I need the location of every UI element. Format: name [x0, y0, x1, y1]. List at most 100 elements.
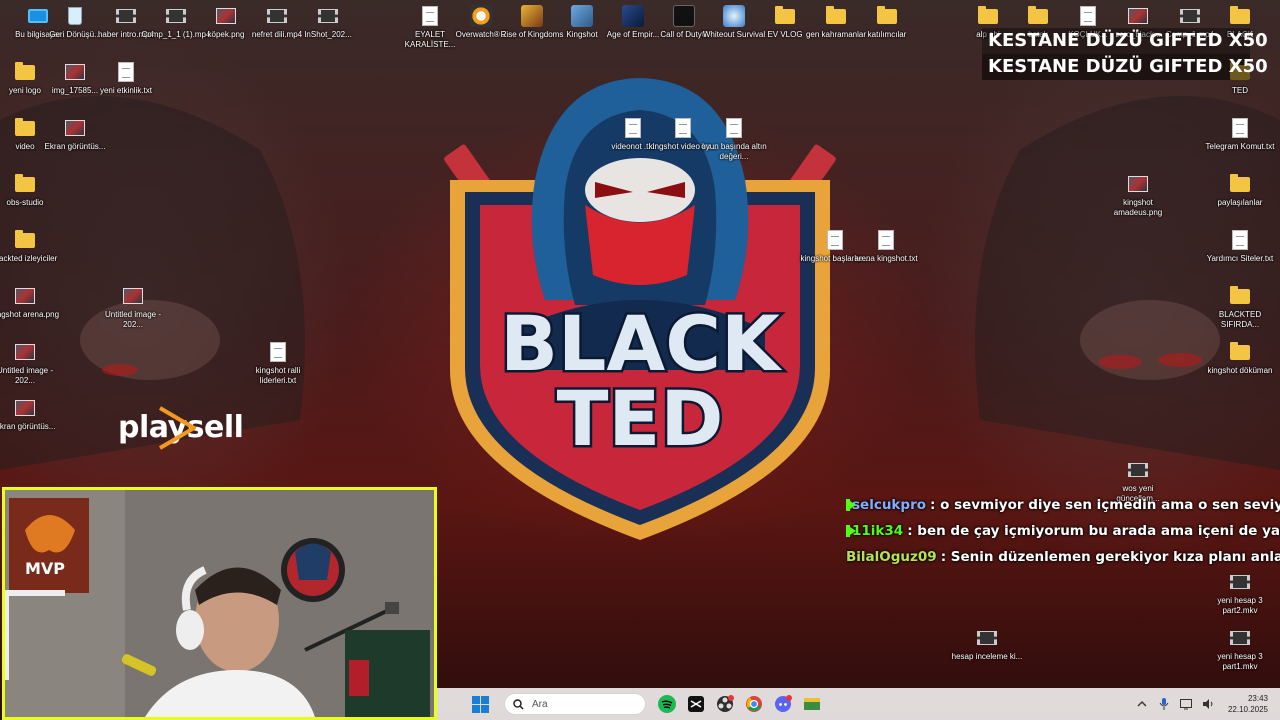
capcut-icon[interactable]	[685, 693, 707, 715]
desktop-icon-label: yeni hesap 3 part1.mkv	[1217, 652, 1263, 671]
text-file-icon	[1077, 5, 1099, 27]
playsell-brand: playsell	[118, 404, 244, 450]
gift-alert: KESTANE DÜZÜ GIFTED X50	[982, 54, 1268, 80]
folder-icon	[14, 173, 36, 195]
search-placeholder: Ara	[532, 698, 548, 710]
clock-date: 22.10.2025	[1227, 705, 1268, 714]
image-thumb-icon	[215, 5, 237, 27]
call-of-duty-icon	[673, 5, 695, 27]
spotify-icon[interactable]	[656, 693, 678, 715]
video-thumb-icon	[115, 5, 137, 27]
desktop-icon[interactable]: katılımcılar	[849, 5, 925, 40]
volume-icon[interactable]	[1200, 696, 1216, 712]
recycle-bin-icon	[64, 5, 86, 27]
text-file-icon	[267, 341, 289, 363]
chevron-up-icon[interactable]	[1134, 696, 1150, 712]
webcam-scene: MVP	[5, 490, 434, 717]
desktop-icon[interactable]: Untitled image - 202...	[0, 341, 63, 386]
desktop-icon[interactable]: arena kingshot.txt	[848, 229, 924, 264]
desktop-icon[interactable]: Ekran görüntüs...	[37, 117, 113, 152]
microphone-icon[interactable]	[1156, 696, 1172, 712]
text-file-icon	[824, 229, 846, 251]
search-icon	[513, 698, 524, 710]
desktop-icon-label: kingshot amadeus.png	[1113, 198, 1163, 217]
text-file-icon	[115, 61, 137, 83]
desktop-icon[interactable]: oyun başında altın değeri...	[696, 117, 772, 162]
chat-message: selcukpro: o sevmiyor diye sen içmedin a…	[846, 492, 1280, 518]
playsell-play-icon	[158, 406, 196, 450]
desktop-icon[interactable]: yeni hesap 3 part2.mkv	[1202, 571, 1278, 616]
desktop-icon[interactable]: hesap inceleme ki...	[949, 627, 1025, 662]
folder-icon	[1229, 285, 1251, 307]
chat-text: : ben de çay içmiyorum bu arada ama içen…	[907, 523, 1280, 539]
desktop-icon[interactable]: Telegram Komut.txt	[1202, 117, 1278, 152]
obs-icon[interactable]	[714, 693, 736, 715]
desktop-icon[interactable]: kingshot ralli liderleri.txt	[240, 341, 316, 386]
video-thumb-icon	[1229, 571, 1251, 593]
stream-chat-overlay: selcukpro: o sevmiyor diye sen içmedin a…	[846, 492, 1280, 570]
text-file-icon	[419, 5, 441, 27]
desktop-icon-label: Untitled image - 202...	[0, 366, 54, 385]
desktop-icon[interactable]: Yardımcı Siteler.txt	[1202, 229, 1278, 264]
taskbar: Ara 23:43 22.10.2025	[437, 688, 1280, 720]
folder-icon	[1229, 5, 1251, 27]
image-thumb-icon	[1127, 5, 1149, 27]
stacked-app-icon[interactable]	[801, 693, 823, 715]
webcam-feed: MVP	[2, 487, 437, 720]
desktop-icon[interactable]: kingshot arena.png	[0, 285, 63, 320]
text-file-icon	[672, 117, 694, 139]
desktop-icon-label: BLACKTED SIFIRDA...	[1218, 310, 1262, 329]
video-thumb-icon	[317, 5, 339, 27]
video-thumb-icon	[165, 5, 187, 27]
gift-alert: KESTANE DÜZÜ GIFTED X50	[982, 28, 1268, 54]
desktop-icon-label: Ekran görüntüs...	[44, 142, 106, 151]
display-icon[interactable]	[1178, 696, 1194, 712]
desktop-icon-label: hesap inceleme ki...	[951, 652, 1023, 661]
chat-text: : Senin düzenlemen gerekiyor kıza planı …	[940, 549, 1280, 565]
video-thumb-icon	[266, 5, 288, 27]
clock-time: 23:43	[1247, 694, 1268, 703]
desktop-icon[interactable]: yeni etkinlik.txt	[88, 61, 164, 96]
folder-icon	[977, 5, 999, 27]
desktop-icon-label: Kingshot	[566, 30, 598, 39]
folder-icon	[774, 5, 796, 27]
rise-of-kingdoms-icon	[521, 5, 543, 27]
desktop-icon-label: yeni etkinlik.txt	[99, 86, 153, 95]
text-file-icon	[1229, 229, 1251, 251]
desktop-icon[interactable]: kingshot amadeus.png	[1100, 173, 1176, 218]
desktop-icon[interactable]: blackted izleyiciler	[0, 229, 63, 264]
discord-icon[interactable]	[772, 693, 794, 715]
desktop-icon-label: Ekran görüntüs...	[0, 422, 56, 431]
desktop-icon[interactable]: BLACKTED SIFIRDA...	[1202, 285, 1278, 330]
image-thumb-icon	[14, 285, 36, 307]
folder-icon	[14, 117, 36, 139]
desktop-icon[interactable]: Untitled image - 202...	[95, 285, 171, 330]
desktop-icon[interactable]: yeni hesap 3 part1.mkv	[1202, 627, 1278, 672]
desktop-icon-label: Telegram Komut.txt	[1205, 142, 1275, 151]
desktop-icon-label: katılımcılar	[867, 30, 907, 39]
desktop-icon-label: paylaşılanlar	[1217, 198, 1263, 207]
desktop-icon[interactable]: kingshot döküman	[1202, 341, 1278, 376]
system-tray: 23:43 22.10.2025	[1134, 688, 1280, 720]
desktop-icon[interactable]: Ekran görüntüs...	[0, 397, 63, 432]
whiteout-survival-icon	[723, 5, 745, 27]
folder-icon	[1027, 5, 1049, 27]
image-thumb-icon	[1127, 173, 1149, 195]
clock[interactable]: 23:43 22.10.2025	[1228, 693, 1268, 715]
chat-username: 11ik34	[852, 523, 904, 539]
desktop-icon[interactable]: paylaşılanlar	[1202, 173, 1278, 208]
start-button[interactable]	[466, 690, 494, 718]
chat-message: BilalOguz09: Senin düzenlemen gerekiyor …	[846, 544, 1280, 570]
logo-text-ted: TED	[557, 374, 724, 463]
chrome-icon[interactable]	[743, 693, 765, 715]
windows-logo-icon	[471, 695, 480, 704]
taskbar-search[interactable]: Ara	[504, 693, 646, 715]
chat-message: 11ik34: ben de çay içmiyorum bu arada am…	[846, 518, 1280, 544]
video-thumb-icon	[976, 627, 998, 649]
desktop-icon[interactable]: InShot_202...	[290, 5, 366, 40]
desktop-icon-label: TED	[1232, 86, 1248, 95]
chat-username: BilalOguz09	[846, 549, 937, 565]
image-thumb-icon	[64, 61, 86, 83]
desktop-icon[interactable]: obs-studio	[0, 173, 63, 208]
folder-icon	[14, 61, 36, 83]
